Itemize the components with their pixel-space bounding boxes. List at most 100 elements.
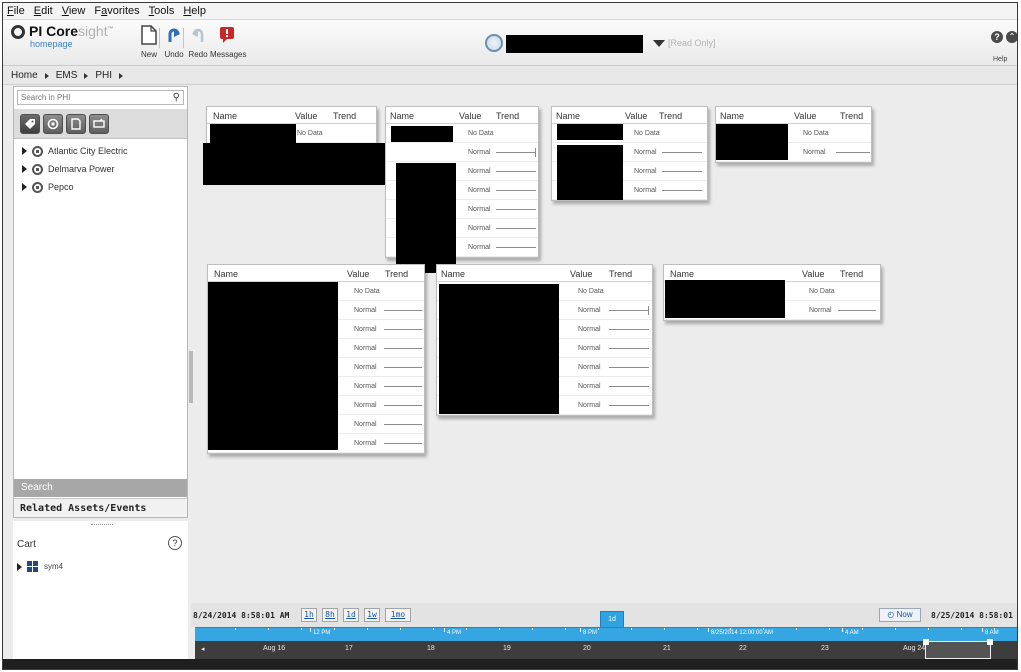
tag-search-button[interactable] xyxy=(20,114,40,134)
brand-subtitle: homepage xyxy=(30,39,73,49)
dropdown-arrow-icon[interactable] xyxy=(653,40,665,47)
logo-icon xyxy=(11,25,25,39)
row-value: Normal xyxy=(354,345,377,352)
expand-arrow-icon[interactable] xyxy=(22,183,27,191)
column-header-value[interactable]: Value xyxy=(570,269,592,279)
timeline-tick xyxy=(310,628,311,632)
range-button-1h[interactable]: 1h xyxy=(301,608,317,622)
row-value: No Data xyxy=(803,130,829,137)
messages-button[interactable]: Messages xyxy=(210,24,246,59)
now-button[interactable]: ◴ Now xyxy=(879,608,921,622)
redacted-name xyxy=(557,124,623,140)
column-header-value[interactable]: Value xyxy=(794,111,816,121)
search-icon[interactable]: ⚲ xyxy=(173,92,180,103)
value-table[interactable]: Name Value Trend No Data Normal Normal Normal N… xyxy=(385,106,539,273)
expand-arrow-icon[interactable] xyxy=(17,562,22,571)
range-button-8h[interactable]: 8h xyxy=(322,608,338,622)
column-header-value[interactable]: Value xyxy=(802,269,824,279)
row-value: Normal xyxy=(468,244,491,251)
event-frame-icon xyxy=(93,118,105,128)
value-table[interactable]: Name Value Trend No Data Normal Normal Normal N… xyxy=(207,264,425,454)
column-header-trend[interactable]: Trend xyxy=(840,269,863,279)
symbol-grid-icon xyxy=(27,561,38,572)
timeline-minor-tick xyxy=(961,628,962,630)
read-only-label: [Read Only] xyxy=(668,38,716,48)
breadcrumb-arrow-icon[interactable] xyxy=(119,72,124,79)
event-search-button[interactable] xyxy=(89,114,109,134)
breadcrumb-item-phi[interactable]: PHI xyxy=(95,70,112,81)
value-table[interactable]: Name Value Trend No Data Normal xyxy=(663,264,881,321)
range-button-1mo[interactable]: 1mo xyxy=(385,608,411,622)
search-tab[interactable]: Search xyxy=(14,479,187,497)
cart-item[interactable]: sym4 xyxy=(17,561,63,572)
value-table[interactable]: Name Value Trend No Data Normal Normal Normal xyxy=(551,106,708,201)
cart-help-icon[interactable]: ? xyxy=(168,536,182,550)
column-header-trend[interactable]: Trend xyxy=(840,111,863,121)
range-button-1w[interactable]: 1w xyxy=(364,608,380,622)
search-input[interactable] xyxy=(18,91,166,104)
asset-search-button[interactable] xyxy=(43,114,63,134)
value-table[interactable]: Name Value Trend No Data Normal Normal Normal N… xyxy=(436,264,653,416)
tree-item-pepco[interactable]: Pepco xyxy=(22,179,74,195)
menu-item-help[interactable]: Help xyxy=(183,5,206,17)
menu-item-edit[interactable]: Edit xyxy=(34,5,53,17)
breadcrumb-item-home[interactable]: Home xyxy=(11,70,38,81)
trend-sparkline xyxy=(384,348,422,349)
column-header-value[interactable]: Value xyxy=(347,269,369,279)
menu-item-file[interactable]: File xyxy=(7,5,25,17)
tree-item-atlantic-city-electric[interactable]: Atlantic City Electric xyxy=(22,143,128,159)
display-search-button[interactable] xyxy=(66,114,86,134)
expand-arrow-icon[interactable] xyxy=(22,147,27,155)
timeline-minor-tick xyxy=(862,628,863,630)
breadcrumb-arrow-icon[interactable] xyxy=(84,72,89,79)
column-header-trend[interactable]: Trend xyxy=(609,269,632,279)
timeline-axis[interactable]: 12 PM 4 PM 8 PM 8/25/2014 12:00:00 AM 4 AM 8 … xyxy=(195,627,1017,641)
redo-label: Redo xyxy=(188,50,208,59)
table-row[interactable]: Normal xyxy=(386,143,538,162)
timeline-overview[interactable]: Aug 16 17 18 19 20 21 22 23 Aug 24 ◂ xyxy=(195,639,1017,659)
row-value: Normal xyxy=(468,149,491,156)
overview-scroll-left-icon[interactable]: ◂ xyxy=(201,645,205,653)
timeline-minor-tick xyxy=(598,628,599,630)
breadcrumb-item-ems[interactable]: EMS xyxy=(56,70,78,81)
value-table[interactable]: Name Value Trend No Data Normal xyxy=(715,106,872,163)
panel-splitter-handle[interactable] xyxy=(189,351,193,403)
cart-panel: Cart ? sym4 xyxy=(13,521,188,667)
column-header-name[interactable]: Name xyxy=(720,111,744,121)
timeline-minor-tick xyxy=(565,628,566,630)
column-header-trend[interactable]: Trend xyxy=(385,269,408,279)
overview-range-thumb[interactable] xyxy=(923,639,993,659)
column-header-value[interactable]: Value xyxy=(459,111,481,121)
active-range-tab[interactable]: 1d xyxy=(600,611,624,627)
column-header-name[interactable]: Name xyxy=(213,111,237,121)
expand-arrow-icon[interactable] xyxy=(22,165,27,173)
table-header: Name Value Trend xyxy=(386,107,538,124)
related-assets-tab[interactable]: Related Assets/Events (192/0) xyxy=(14,498,187,533)
column-header-trend[interactable]: Trend xyxy=(659,111,682,121)
collapse-icon[interactable]: ⌃ xyxy=(1006,31,1017,43)
column-header-name[interactable]: Name xyxy=(390,111,414,121)
column-header-value[interactable]: Value xyxy=(625,111,647,121)
tree-item-delmarva-power[interactable]: Delmarva Power xyxy=(22,161,115,177)
column-header-name[interactable]: Name xyxy=(214,269,238,279)
help-icon[interactable]: ? xyxy=(991,31,1003,43)
menu-item-favorites[interactable]: Favorites xyxy=(94,5,139,17)
end-time[interactable]: 8/25/2014 8:58:01 AM xyxy=(931,611,1017,620)
column-header-trend[interactable]: Trend xyxy=(333,111,356,121)
breadcrumb-arrow-icon[interactable] xyxy=(44,72,49,79)
menu-item-view[interactable]: View xyxy=(62,5,86,17)
column-header-name[interactable]: Name xyxy=(556,111,580,121)
menu-item-tools[interactable]: Tools xyxy=(149,5,175,17)
overview-label: 19 xyxy=(503,645,511,652)
value-table[interactable]: Name Value Trend No Data xyxy=(203,106,387,185)
range-button-1d[interactable]: 1d xyxy=(343,608,359,622)
column-header-name[interactable]: Name xyxy=(441,269,465,279)
column-header-name[interactable]: Name xyxy=(670,269,694,279)
overview-label: 18 xyxy=(427,645,435,652)
server-selector[interactable]: [Read Only] xyxy=(485,34,725,54)
cart-resize-grip[interactable] xyxy=(91,524,113,526)
redo-button[interactable]: Redo xyxy=(184,24,212,59)
column-header-value[interactable]: Value xyxy=(295,111,317,121)
column-header-trend[interactable]: Trend xyxy=(496,111,519,121)
start-time[interactable]: 8/24/2014 8:58:01 AM xyxy=(193,611,289,620)
